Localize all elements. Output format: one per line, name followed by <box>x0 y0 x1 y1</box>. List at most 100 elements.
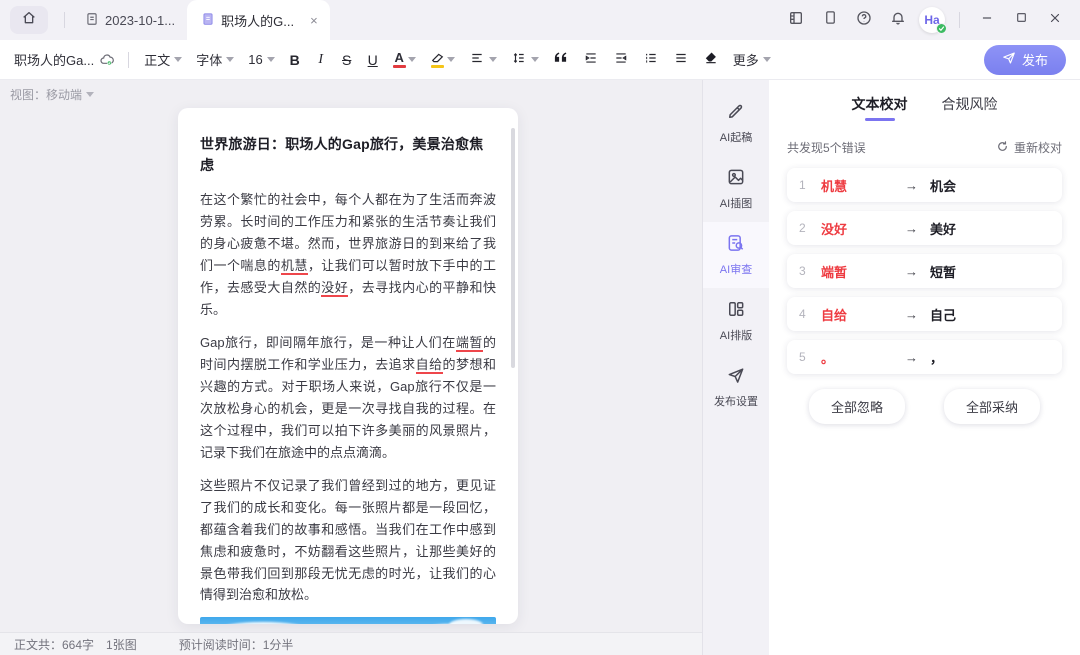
error-card[interactable]: 2 没好 → 美好 <box>787 211 1062 245</box>
sidebar-item-ai-illustration[interactable]: AI插图 <box>703 156 769 222</box>
maximize-button[interactable] <box>1006 5 1036 35</box>
suggested-word: 自己 <box>930 307 957 323</box>
error-list: 1 机慧 → 机会 2 没好 → 美好 3 端暂 → 短暂 4 自给 → 自己 5 。 → ， <box>787 168 1062 374</box>
bold-button[interactable]: B <box>282 46 308 74</box>
doc-paragraph[interactable]: 这些照片不仅记录了我们曾经到过的地方，更见证了我们的成长和变化。每一张照片都是一… <box>200 475 496 607</box>
error-word[interactable]: 端暂 <box>455 334 483 352</box>
help-button[interactable] <box>849 5 879 35</box>
error-word[interactable]: 机慧 <box>280 257 308 275</box>
article-title[interactable]: 世界旅游日：职场人的Gap旅行，美景治愈焦虑 <box>200 134 496 176</box>
tab-compliance-risk[interactable]: 合规风险 <box>942 94 998 121</box>
font-color-button[interactable]: A <box>386 46 423 74</box>
font-family-dropdown[interactable]: 字体 <box>189 46 241 74</box>
bell-icon <box>890 10 906 31</box>
paragraph-style-dropdown[interactable]: 正文 <box>137 46 189 74</box>
error-number: 1 <box>799 178 806 192</box>
indent-increase-icon <box>583 51 599 68</box>
doc-body: 在这个繁忙的社会中，每个人都在为了生活而奔波劳累。长时间的工作压力和紧张的生活节… <box>200 189 496 606</box>
document-icon <box>201 12 215 29</box>
line-spacing-dropdown[interactable] <box>504 46 546 74</box>
chevron-down-icon <box>174 57 183 62</box>
doc-paragraph[interactable]: Gap旅行，即间隔年旅行，是一种让人们在端暂的时间内摆脱工作和学业压力，去追求自… <box>200 332 496 464</box>
minimize-icon <box>980 11 994 30</box>
indent-increase-button[interactable] <box>576 46 606 74</box>
wrong-word: 机慧 <box>821 178 848 194</box>
sidebar-item-ai-review[interactable]: AI审查 <box>703 222 769 288</box>
error-count-summary: 共发现5个错误 <box>787 141 866 155</box>
error-card[interactable]: 5 。 → ， <box>787 340 1062 374</box>
sidebar-item-publish-settings[interactable]: 发布设置 <box>703 354 769 420</box>
wrong-word: 自给 <box>821 307 848 323</box>
arrow-icon: → <box>905 349 918 365</box>
bullet-list-button[interactable] <box>666 46 696 74</box>
chevron-down-icon <box>407 57 416 62</box>
sidebar-item-ai-layout[interactable]: AI排版 <box>703 288 769 354</box>
underline-button[interactable]: U <box>360 46 386 74</box>
refresh-icon <box>996 140 1009 156</box>
user-avatar[interactable]: Ha <box>917 5 947 35</box>
more-dropdown[interactable]: 更多 <box>726 46 778 74</box>
chevron-down-icon <box>226 57 235 62</box>
close-window-button[interactable] <box>1040 5 1070 35</box>
strikethrough-button[interactable]: S <box>334 46 360 74</box>
view-mode-dropdown[interactable]: 视图：移动端 <box>10 86 95 103</box>
font-size-dropdown[interactable]: 16 <box>241 46 281 74</box>
arrow-icon: → <box>905 177 918 193</box>
sidebar-item-ai-draft[interactable]: AI起稿 <box>703 90 769 156</box>
arrow-icon: → <box>905 263 918 279</box>
wrong-word: 没好 <box>821 221 848 237</box>
divider <box>959 12 960 28</box>
notifications-button[interactable] <box>883 5 913 35</box>
publish-button[interactable]: 发布 <box>983 44 1066 75</box>
error-card[interactable]: 4 自给 → 自己 <box>787 297 1062 331</box>
image-icon <box>726 167 746 190</box>
close-tab-icon[interactable]: × <box>308 13 320 28</box>
align-dropdown[interactable] <box>462 46 504 74</box>
tab-current-doc[interactable]: 职场人的G... × <box>187 0 330 40</box>
document-title-short: 职场人的Ga... <box>14 53 95 68</box>
arrow-icon: → <box>905 220 918 236</box>
document-search-icon <box>726 233 746 256</box>
highlight-color-button[interactable] <box>423 46 462 74</box>
minimize-button[interactable] <box>972 5 1002 35</box>
accept-all-button[interactable]: 全部采纳 <box>943 389 1040 424</box>
notebook-panel-button[interactable] <box>781 5 811 35</box>
error-word[interactable]: 自给 <box>415 356 443 374</box>
document-page[interactable]: 世界旅游日：职场人的Gap旅行，美景治愈焦虑 在这个繁忙的社会中，每个人都在为了… <box>178 108 518 624</box>
document-icon <box>85 12 99 29</box>
italic-button[interactable]: I <box>308 46 334 74</box>
tab-label: 2023-10-1... <box>105 12 176 28</box>
tab-other-doc[interactable]: 2023-10-1... <box>73 0 187 40</box>
indent-decrease-button[interactable] <box>606 46 636 74</box>
error-number: 3 <box>799 264 806 278</box>
window-titlebar: 2023-10-1... 职场人的G... × Ha <box>0 0 1080 40</box>
error-word[interactable]: 没好 <box>321 279 349 297</box>
paper-plane-icon <box>1002 51 1016 68</box>
read-time: 预计阅读时间：1分半 <box>178 637 294 652</box>
suggested-word: 美好 <box>930 221 957 237</box>
ignore-all-button[interactable]: 全部忽略 <box>809 389 906 424</box>
bullet-list-icon <box>673 51 689 68</box>
arrow-icon: → <box>905 306 918 322</box>
error-card[interactable]: 1 机慧 → 机会 <box>787 168 1062 202</box>
doc-paragraph[interactable]: 在这个繁忙的社会中，每个人都在为了生活而奔波劳累。长时间的工作压力和紧张的生活节… <box>200 189 496 321</box>
error-number: 5 <box>799 350 806 364</box>
recheck-button[interactable]: 重新校对 <box>996 139 1062 156</box>
device-preview-button[interactable] <box>815 5 845 35</box>
home-button[interactable] <box>10 6 48 34</box>
tab-text-proofread[interactable]: 文本校对 <box>852 94 908 121</box>
cloud-saved-button[interactable] <box>94 45 120 75</box>
error-number: 4 <box>799 307 806 321</box>
indent-decrease-icon <box>613 51 629 68</box>
error-card[interactable]: 3 端暂 → 短暂 <box>787 254 1062 288</box>
line-spacing-icon <box>511 51 527 68</box>
divider <box>128 51 130 68</box>
sky-photo-image[interactable] <box>200 617 496 624</box>
chevron-down-icon <box>530 57 539 62</box>
clear-format-button[interactable] <box>696 46 726 74</box>
blockquote-button[interactable] <box>546 46 576 74</box>
page-scrollbar-thumb[interactable] <box>511 128 515 368</box>
error-number: 2 <box>799 221 806 235</box>
ordered-list-button[interactable] <box>636 46 666 74</box>
text-run: 的梦想和兴趣的方式。对于职场人来说，Gap旅行不仅是一次放松身心的机会，更是一次… <box>200 356 496 460</box>
